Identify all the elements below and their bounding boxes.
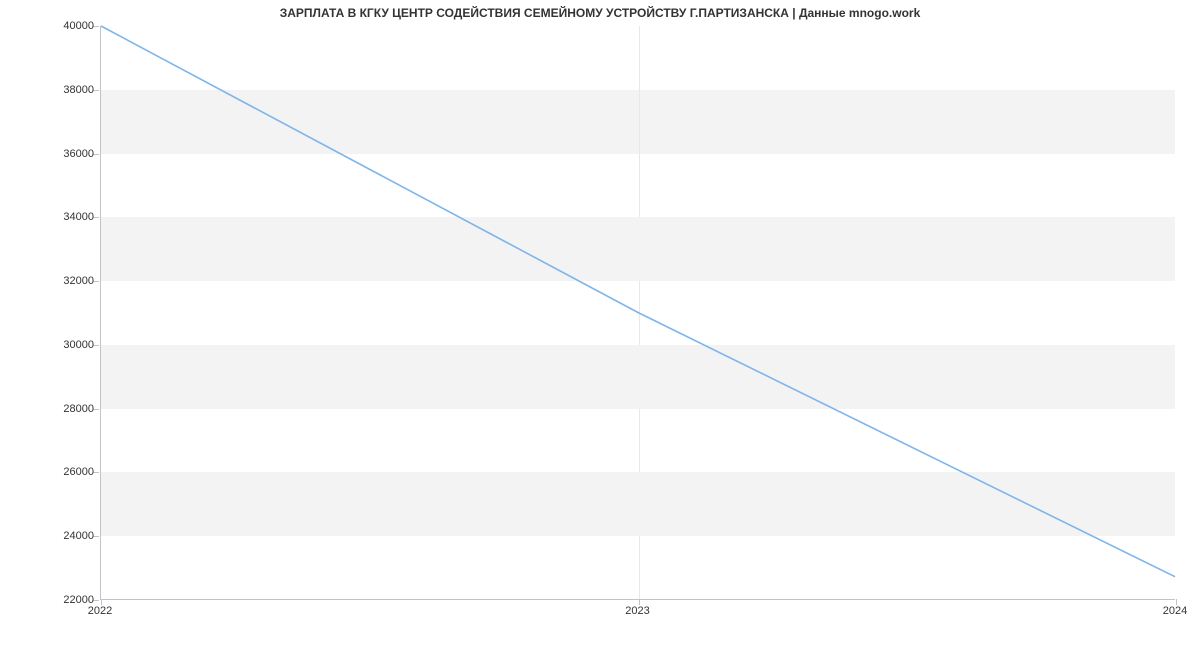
y-axis-label: 22000	[34, 594, 94, 606]
x-axis-label: 2024	[1163, 605, 1187, 617]
y-axis-label: 34000	[34, 211, 94, 223]
line-series	[101, 26, 1175, 599]
y-axis-label: 32000	[34, 275, 94, 287]
salary-line-chart: ЗАРПЛАТА В КГКУ ЦЕНТР СОДЕЙСТВИЯ СЕМЕЙНО…	[0, 0, 1200, 650]
x-axis-label: 2023	[625, 605, 649, 617]
y-axis-label: 30000	[34, 339, 94, 351]
chart-title: ЗАРПЛАТА В КГКУ ЦЕНТР СОДЕЙСТВИЯ СЕМЕЙНО…	[0, 6, 1200, 20]
y-axis-label: 24000	[34, 530, 94, 542]
y-axis-label: 28000	[34, 403, 94, 415]
y-axis-label: 36000	[34, 148, 94, 160]
y-axis-label: 26000	[34, 466, 94, 478]
y-axis-label: 38000	[34, 84, 94, 96]
x-axis-label: 2022	[88, 605, 112, 617]
y-axis-label: 40000	[34, 20, 94, 32]
plot-area	[100, 26, 1175, 600]
